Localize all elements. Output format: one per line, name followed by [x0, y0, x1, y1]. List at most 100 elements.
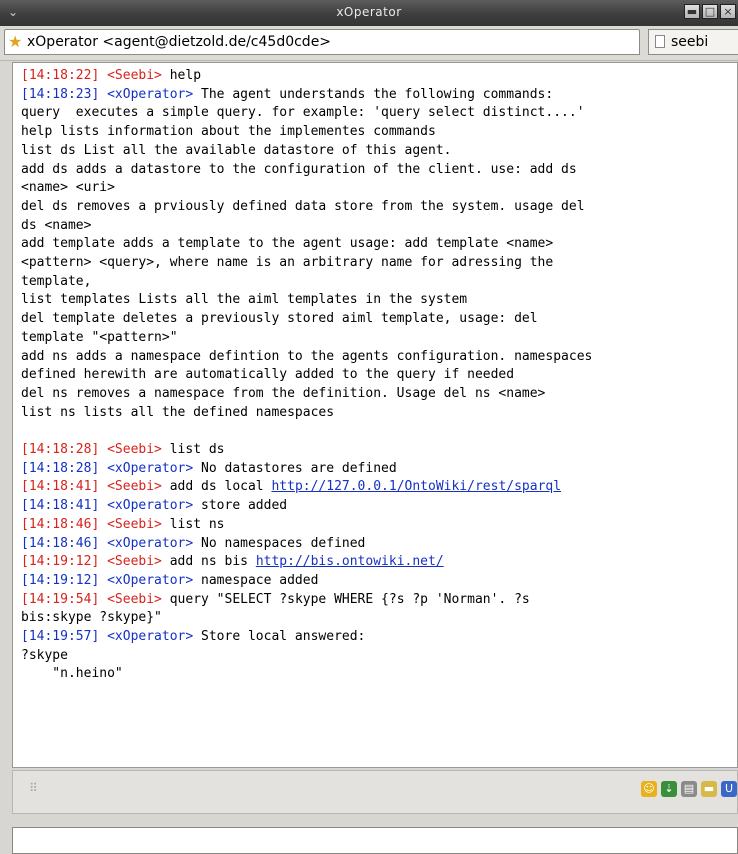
log-line: [14:19:12] <xOperator> namespace added: [21, 572, 737, 591]
tab-label: seebi: [671, 34, 709, 50]
log-line: [14:18:28] <Seebi> list ds: [21, 441, 737, 460]
log-line: add ds adds a datastore to the configura…: [21, 161, 737, 180]
message-text: bis:skype ?skype}": [21, 610, 162, 626]
agent-speaker: [14:18:41] <xOperator>: [21, 498, 194, 514]
conversation-tab-bar: ★ xOperator <agent@dietzold.de/c45d0cde>…: [0, 26, 738, 61]
underline-icon[interactable]: U: [721, 781, 737, 797]
formatting-toolbar: ⠿ ☺ ⇣ ▤ ▬ U: [12, 770, 738, 814]
message-text: help: [161, 68, 202, 83]
log-line: bis:skype ?skype}": [21, 609, 737, 628]
log-line: "n.heino": [21, 665, 737, 684]
agent-speaker: [14:19:57] <xOperator>: [21, 629, 194, 645]
message-text: Store local answered:: [193, 629, 366, 645]
log-line: add template adds a template to the agen…: [21, 235, 737, 254]
log-line: help lists information about the impleme…: [21, 123, 737, 142]
log-line: [14:19:54] <Seebi> query "SELECT ?skype …: [21, 591, 737, 610]
message-text: No namespaces defined: [193, 535, 366, 551]
user-speaker: [14:18:22] <Seebi>: [21, 68, 162, 83]
message-text: add ns adds a namespace defintion to the…: [21, 348, 593, 364]
log-line: <pattern> <query>, where name is an arbi…: [21, 254, 737, 273]
message-text: list templates Lists all the aiml templa…: [21, 292, 468, 308]
message-text: list ds List all the available datastore…: [21, 142, 452, 158]
title-bar[interactable]: ⌄ xOperator ▬ □ ×: [0, 0, 738, 26]
message-text: help lists information about the impleme…: [21, 124, 436, 140]
agent-speaker: [14:19:12] <xOperator>: [21, 572, 194, 588]
message-text: list ds: [161, 442, 225, 458]
message-text: store added: [193, 498, 288, 514]
log-line: del template deletes a previously stored…: [21, 310, 737, 329]
agent-speaker: [14:18:46] <xOperator>: [21, 535, 194, 551]
message-text: add ns bis: [161, 554, 256, 570]
log-line: [14:19:57] <xOperator> Store local answe…: [21, 628, 737, 647]
log-line: [14:18:28] <xOperator> No datastores are…: [21, 460, 737, 479]
log-line: del ds removes a prviously defined data …: [21, 198, 737, 217]
log-line: [14:18:41] <xOperator> store added: [21, 497, 737, 516]
message-text: <pattern> <query>, where name is an arbi…: [21, 255, 554, 271]
message-text: add template adds a template to the agen…: [21, 236, 554, 252]
smiley-icon[interactable]: ☺: [641, 781, 657, 797]
log-line: query executes a simple query. for examp…: [21, 104, 737, 123]
message-text: namespace added: [193, 572, 319, 588]
message-text: del ns removes a namespace from the defi…: [21, 385, 546, 401]
star-icon: ★: [8, 32, 23, 51]
user-speaker: [14:18:46] <Seebi>: [21, 516, 162, 532]
message-log: [14:18:22] <Seebi> help [14:18:23] <xOper…: [21, 67, 737, 684]
message-text: query "SELECT ?skype WHERE {?s ?p 'Norma…: [161, 591, 530, 607]
user-speaker: [14:18:28] <Seebi>: [21, 442, 162, 458]
xoperator-window: ⌄ xOperator ▬ □ × ★ xOperator <agent@die…: [0, 0, 738, 854]
tab-label: xOperator <agent@dietzold.de/c45d0cde>: [27, 34, 332, 50]
message-text: del template deletes a previously stored…: [21, 311, 538, 327]
tab-xoperator[interactable]: ★ xOperator <agent@dietzold.de/c45d0cde>: [4, 29, 640, 55]
maximize-button[interactable]: □: [702, 4, 718, 19]
url-link[interactable]: http://127.0.0.1/OntoWiki/rest/sparql: [271, 479, 561, 494]
user-speaker: [14:18:41] <Seebi>: [21, 479, 162, 495]
url-link[interactable]: http://bis.ontowiki.net/: [256, 554, 444, 569]
message-text: ds <name>: [21, 217, 92, 233]
message-text: template,: [21, 273, 92, 289]
document-icon: [655, 35, 665, 48]
toolbar-icons: ☺ ⇣ ▤ ▬ U: [641, 781, 737, 797]
conversation-history[interactable]: [14:18:22] <Seebi> help [14:18:23] <xOper…: [12, 62, 738, 768]
log-line: [14:18:46] <Seebi> list ns: [21, 516, 737, 535]
tab-seebi[interactable]: seebi: [648, 29, 738, 55]
message-text: defined herewith are automatically added…: [21, 367, 515, 383]
log-line: add ns adds a namespace defintion to the…: [21, 348, 737, 367]
user-speaker: [14:19:12] <Seebi>: [21, 554, 162, 570]
user-speaker: [14:19:54] <Seebi>: [21, 591, 162, 607]
message-text: No datastores are defined: [193, 460, 397, 476]
log-line: ?skype: [21, 647, 737, 666]
message-text: "n.heino": [21, 666, 123, 682]
log-line: ds <name>: [21, 217, 737, 236]
message-text: query executes a simple query. for examp…: [21, 105, 585, 121]
log-line: [14:18:46] <xOperator> No namespaces def…: [21, 535, 737, 554]
message-text: del ds removes a prviously defined data …: [21, 198, 585, 214]
note-icon[interactable]: ▬: [701, 781, 717, 797]
log-line: [14:18:22] <Seebi> help: [21, 67, 737, 86]
log-line: del ns removes a namespace from the defi…: [21, 385, 737, 404]
message-text: list ns: [161, 516, 225, 532]
log-line: template,: [21, 273, 737, 292]
message-text: template "<pattern>": [21, 329, 178, 345]
log-line: [14:18:23] <xOperator> The agent underst…: [21, 86, 737, 105]
window-title: xOperator: [336, 5, 402, 19]
resize-grip-icon[interactable]: ⠿: [29, 781, 38, 795]
print-icon[interactable]: ▤: [681, 781, 697, 797]
message-text: The agent understands the following comm…: [193, 86, 554, 102]
message-input[interactable]: [12, 827, 738, 854]
minimize-button[interactable]: ▬: [684, 4, 700, 19]
log-line: [14:18:41] <Seebi> add ds local http://1…: [21, 478, 737, 497]
message-text: list ns lists all the defined namespaces: [21, 404, 335, 420]
agent-speaker: [14:18:23] <xOperator>: [21, 86, 194, 102]
message-text: add ds local: [161, 479, 272, 495]
log-line: defined herewith are automatically added…: [21, 366, 737, 385]
log-line: list templates Lists all the aiml templa…: [21, 291, 737, 310]
agent-speaker: [14:18:28] <xOperator>: [21, 460, 194, 476]
message-text: ?skype: [21, 647, 68, 663]
log-line: list ds List all the available datastore…: [21, 142, 737, 161]
log-line: <name> <uri>: [21, 179, 737, 198]
log-line: list ns lists all the defined namespaces: [21, 404, 737, 423]
user-transfer-icon[interactable]: ⇣: [661, 781, 677, 797]
log-line: template "<pattern>": [21, 329, 737, 348]
close-button[interactable]: ×: [720, 4, 736, 19]
